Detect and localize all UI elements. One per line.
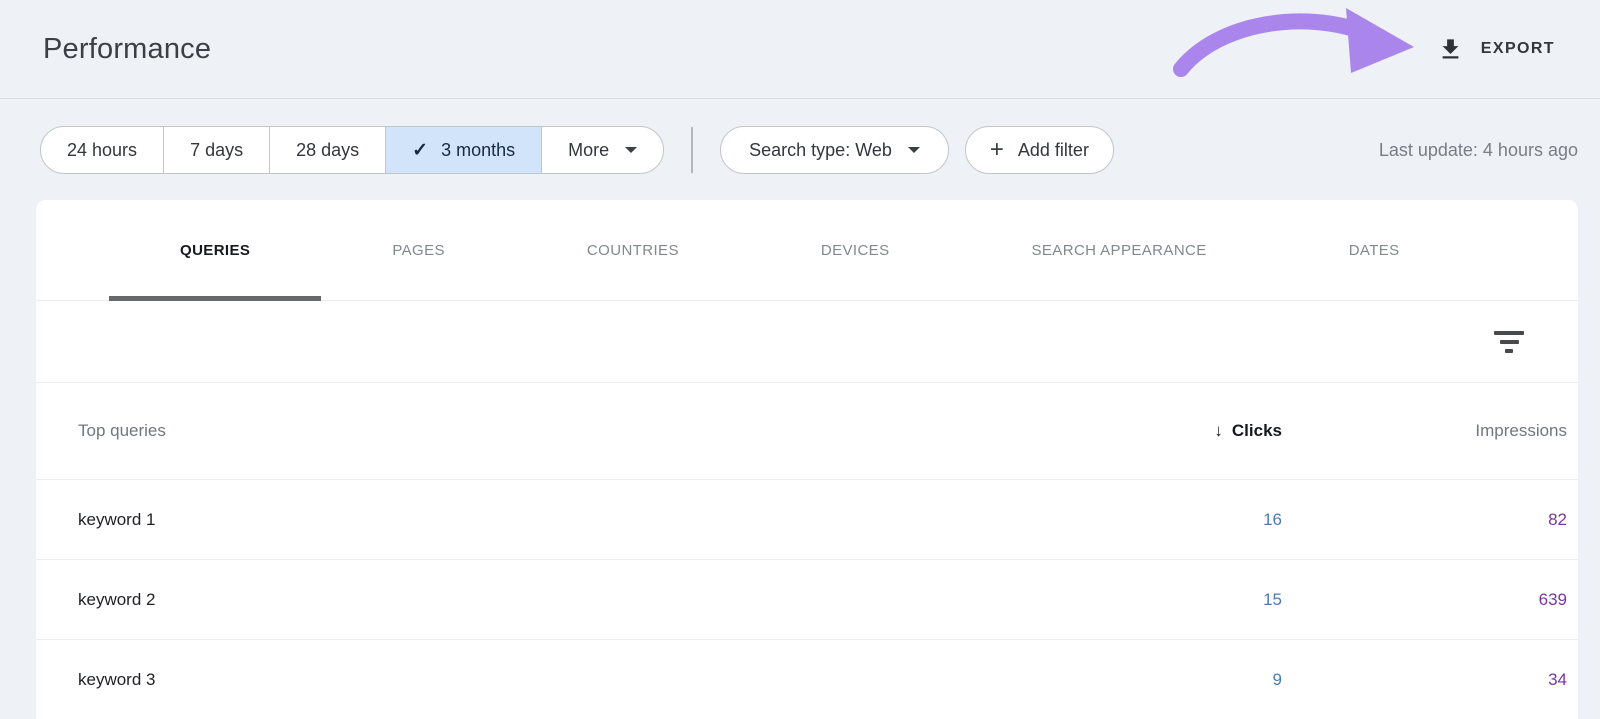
tab-label: DATES	[1349, 242, 1400, 259]
clicks-header[interactable]: ↓ Clicks	[1082, 421, 1282, 441]
filter-toolbar: 24 hours 7 days 28 days ✓ 3 months More …	[40, 126, 1578, 174]
tab-label: PAGES	[392, 242, 445, 259]
export-button-label: EXPORT	[1481, 40, 1555, 58]
tab-label: SEARCH APPEARANCE	[1032, 242, 1207, 259]
table-row[interactable]: keyword 3 9 34	[36, 640, 1578, 719]
check-icon: ✓	[412, 139, 428, 162]
page-header: Performance EXPORT	[0, 0, 1600, 99]
impressions-header[interactable]: Impressions	[1282, 421, 1567, 441]
caret-down-icon	[625, 147, 637, 153]
clicks-cell: 9	[1082, 670, 1282, 690]
filter-list-icon[interactable]	[1488, 325, 1530, 359]
impressions-cell: 639	[1282, 590, 1567, 610]
query-cell: keyword 2	[78, 590, 1082, 610]
tab-label: QUERIES	[180, 242, 250, 259]
search-type-label: Search type: Web	[749, 140, 892, 161]
plus-icon: +	[990, 138, 1004, 162]
table-filter-row	[36, 301, 1578, 383]
annotation-arrow	[1163, 5, 1418, 85]
table-header: Top queries ↓ Clicks Impressions	[36, 383, 1578, 480]
tab-countries[interactable]: COUNTRIES	[516, 200, 750, 300]
caret-down-icon	[908, 147, 920, 153]
table-row[interactable]: keyword 1 16 82	[36, 480, 1578, 560]
impressions-cell: 34	[1282, 670, 1567, 690]
date-filter-24-hours[interactable]: 24 hours	[41, 127, 164, 173]
add-filter-label: Add filter	[1018, 140, 1089, 161]
tab-label: DEVICES	[821, 242, 890, 259]
download-icon	[1437, 36, 1464, 63]
date-filter-label: 28 days	[296, 140, 359, 161]
tab-devices[interactable]: DEVICES	[750, 200, 961, 300]
date-filter-more-dropdown[interactable]: More	[542, 127, 663, 173]
sort-desc-icon: ↓	[1214, 421, 1223, 440]
tab-search-appearance[interactable]: SEARCH APPEARANCE	[961, 200, 1278, 300]
tab-dates[interactable]: DATES	[1278, 200, 1471, 300]
export-button[interactable]: EXPORT	[1437, 36, 1555, 63]
clicks-cell: 15	[1082, 590, 1282, 610]
last-update-text: Last update: 4 hours ago	[1379, 140, 1578, 161]
date-filter-7-days[interactable]: 7 days	[164, 127, 270, 173]
date-filter-3-months[interactable]: ✓ 3 months	[386, 127, 542, 173]
query-cell: keyword 3	[78, 670, 1082, 690]
date-filter-label: 3 months	[441, 140, 515, 161]
tab-label: COUNTRIES	[587, 242, 679, 259]
date-filter-label: 24 hours	[67, 140, 137, 161]
add-filter-button[interactable]: + Add filter	[965, 126, 1114, 174]
tab-queries[interactable]: QUERIES	[109, 200, 321, 300]
date-filter-label: 7 days	[190, 140, 243, 161]
clicks-header-label: Clicks	[1232, 421, 1282, 440]
table-row[interactable]: keyword 2 15 639	[36, 560, 1578, 640]
page-title: Performance	[43, 33, 211, 66]
more-label: More	[568, 140, 609, 161]
query-cell: keyword 1	[78, 510, 1082, 530]
toolbar-divider	[691, 127, 693, 173]
report-card: QUERIES PAGES COUNTRIES DEVICES SEARCH A…	[36, 200, 1578, 719]
date-filter-28-days[interactable]: 28 days	[270, 127, 386, 173]
clicks-cell: 16	[1082, 510, 1282, 530]
search-type-dropdown[interactable]: Search type: Web	[720, 126, 949, 174]
date-range-filter-group: 24 hours 7 days 28 days ✓ 3 months More	[40, 126, 664, 174]
tab-pages[interactable]: PAGES	[321, 200, 516, 300]
top-queries-header: Top queries	[78, 421, 1082, 441]
report-tabs: QUERIES PAGES COUNTRIES DEVICES SEARCH A…	[36, 200, 1578, 301]
impressions-cell: 82	[1282, 510, 1567, 530]
